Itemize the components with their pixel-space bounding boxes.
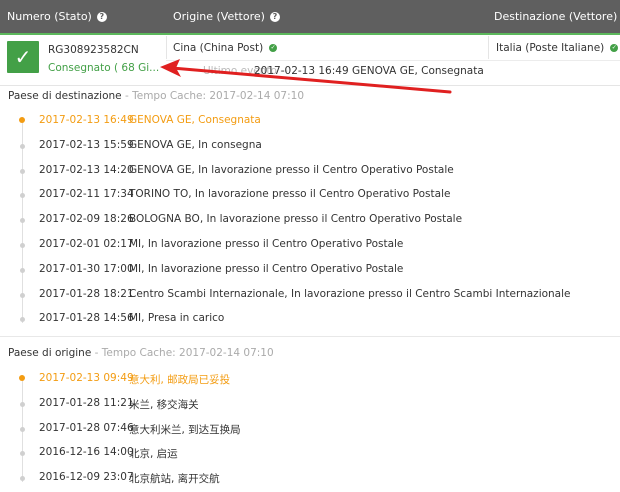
destination-section-title: Paese di destinazione - Tempo Cache: 201… [8, 90, 304, 102]
event-datetime: 2017-01-28 18:21 [39, 287, 134, 300]
timeline-dot-icon [20, 143, 25, 149]
timeline-dot-icon [20, 193, 25, 199]
event-description: TORINO TO, In lavorazione presso il Cent… [129, 188, 451, 201]
event-description: GENOVA GE, In consegna [129, 138, 262, 151]
event-datetime: 2017-01-28 11:21 [39, 396, 134, 409]
event-description: GENOVA GE, Consegnata [129, 114, 261, 126]
event-datetime: 2017-02-11 17:34 [39, 188, 134, 201]
timeline-event: 2017-02-13 14:20 GENOVA GE, In lavorazion… [0, 161, 620, 185]
timeline-dot-icon [20, 218, 25, 224]
event-description: MI, Presa in carico [129, 312, 225, 325]
origin-carrier-label: Cina (China Post) [173, 42, 264, 54]
timeline-dot-icon [20, 292, 25, 298]
event-datetime: 2016-12-09 23:07 [39, 471, 134, 484]
col-number-header: Numero (Stato) ? [7, 10, 107, 23]
event-datetime: 2017-02-01 02:17 [39, 238, 134, 250]
help-icon[interactable]: ? [269, 11, 280, 22]
cache-time: - Tempo Cache: 2017-02-14 07:10 [91, 347, 274, 359]
status-text: Consegnato ( 68 Gi... [48, 62, 160, 74]
timeline-dot-icon [20, 267, 25, 273]
timeline-event: 2016-12-16 14:00 北京, 启运 [0, 443, 620, 467]
event-datetime: 2017-01-28 14:56 [39, 312, 134, 325]
event-description: Centro Scambi Internazionale, In lavoraz… [129, 287, 571, 300]
column-divider [488, 36, 489, 59]
event-description: MI, In lavorazione presso il Centro Oper… [129, 262, 404, 275]
section-title: Paese di origine [8, 347, 92, 359]
event-datetime: 2017-02-13 16:49 [39, 114, 134, 126]
timeline-event: 2017-02-01 02:17 MI, In lavorazione press… [0, 235, 620, 259]
event-description: GENOVA GE, In lavorazione presso il Cent… [129, 163, 454, 176]
timeline-event: 2017-02-13 16:49 GENOVA GE, Consegnata [0, 111, 620, 135]
event-datetime: 2017-02-13 09:49 [39, 372, 134, 384]
delivered-check-icon[interactable]: ✓ [7, 41, 39, 73]
timeline-dot-icon [20, 401, 25, 407]
event-datetime: 2017-02-13 14:20 [39, 163, 134, 176]
col-origin-header: Origine (Vettore) ? [173, 10, 280, 23]
timeline-dot-icon [20, 451, 25, 457]
timeline-event: 2017-02-13 15:59 GENOVA GE, In consegna [0, 136, 620, 160]
destination-carrier: Italia (Poste Italiane) ✓ [496, 42, 619, 54]
section-divider [0, 336, 620, 337]
timeline-event: 2017-02-09 18:26 BOLOGNA BO, In lavorazio… [0, 210, 620, 234]
ok-status-icon: ✓ [610, 44, 619, 52]
timeline-event: 2016-12-09 23:07 北京航站, 离开交航 [0, 468, 620, 492]
ok-status-icon: ✓ [269, 44, 278, 52]
timeline-event: 2017-01-28 18:21 Centro Scambi Internazio… [0, 285, 620, 309]
event-description: 北京航站, 离开交航 [129, 473, 220, 486]
event-description: 意大利, 邮政局已妥投 [129, 374, 231, 386]
tracking-number[interactable]: RG308923582CN [48, 44, 139, 56]
destination-carrier-label: Italia (Poste Italiane) [496, 42, 605, 54]
event-datetime: 2017-01-30 17:00 [39, 262, 134, 275]
column-divider [166, 36, 167, 59]
last-event-text: 2017-02-13 16:49 GENOVA GE, Consegnata [254, 65, 484, 77]
timeline-dot-icon [20, 317, 25, 323]
section-title: Paese di destinazione [8, 90, 122, 102]
col-dest-label: Destinazione (Vettore) [494, 10, 618, 23]
timeline-event: 2017-02-13 09:49 意大利, 邮政局已妥投 [0, 369, 620, 393]
timeline-event: 2017-02-11 17:34 TORINO TO, In lavorazion… [0, 185, 620, 209]
table-header: Numero (Stato) ? Origine (Vettore) ? Des… [0, 0, 620, 33]
timeline-event: 2017-01-30 17:00 MI, In lavorazione press… [0, 260, 620, 284]
timeline-event: 2017-01-28 11:21 米兰, 移交海关 [0, 394, 620, 418]
timeline-dot-icon [20, 168, 25, 174]
event-datetime: 2017-02-13 15:59 [39, 138, 134, 151]
event-description: 北京, 启运 [129, 448, 178, 461]
timeline-dot-icon [19, 117, 25, 123]
shipment-row[interactable]: ✓ RG308923582CN Consegnato ( 68 Gi... Ci… [0, 35, 620, 86]
event-datetime: 2016-12-16 14:00 [39, 446, 134, 459]
event-datetime: 2017-02-09 18:26 [39, 213, 134, 226]
timeline-dot-icon [20, 426, 25, 432]
timeline-dot-icon [19, 375, 25, 381]
event-datetime: 2017-01-28 07:46 [39, 421, 134, 434]
col-number-label: Numero (Stato) [7, 10, 92, 23]
event-description: BOLOGNA BO, In lavorazione presso il Cen… [129, 213, 463, 226]
origin-carrier: Cina (China Post) ✓ [173, 42, 278, 54]
event-description: 米兰, 移交海关 [129, 398, 199, 411]
event-description: 意大利米兰, 到达互换局 [129, 423, 241, 436]
cache-time: - Tempo Cache: 2017-02-14 07:10 [121, 90, 304, 102]
help-icon[interactable]: ? [96, 11, 107, 22]
col-origin-label: Origine (Vettore) [173, 10, 265, 23]
row-divider [166, 60, 620, 61]
origin-section-title: Paese di origine - Tempo Cache: 2017-02-… [8, 347, 274, 359]
timeline-event: 2017-01-28 14:56 MI, Presa in carico [0, 309, 620, 333]
timeline-dot-icon [20, 243, 25, 248]
timeline-event: 2017-01-28 07:46 意大利米兰, 到达互换局 [0, 419, 620, 443]
col-dest-header: Destinazione (Vettore) ? [494, 10, 620, 23]
timeline-dot-icon [20, 476, 25, 482]
event-description: MI, In lavorazione presso il Centro Oper… [129, 238, 404, 250]
